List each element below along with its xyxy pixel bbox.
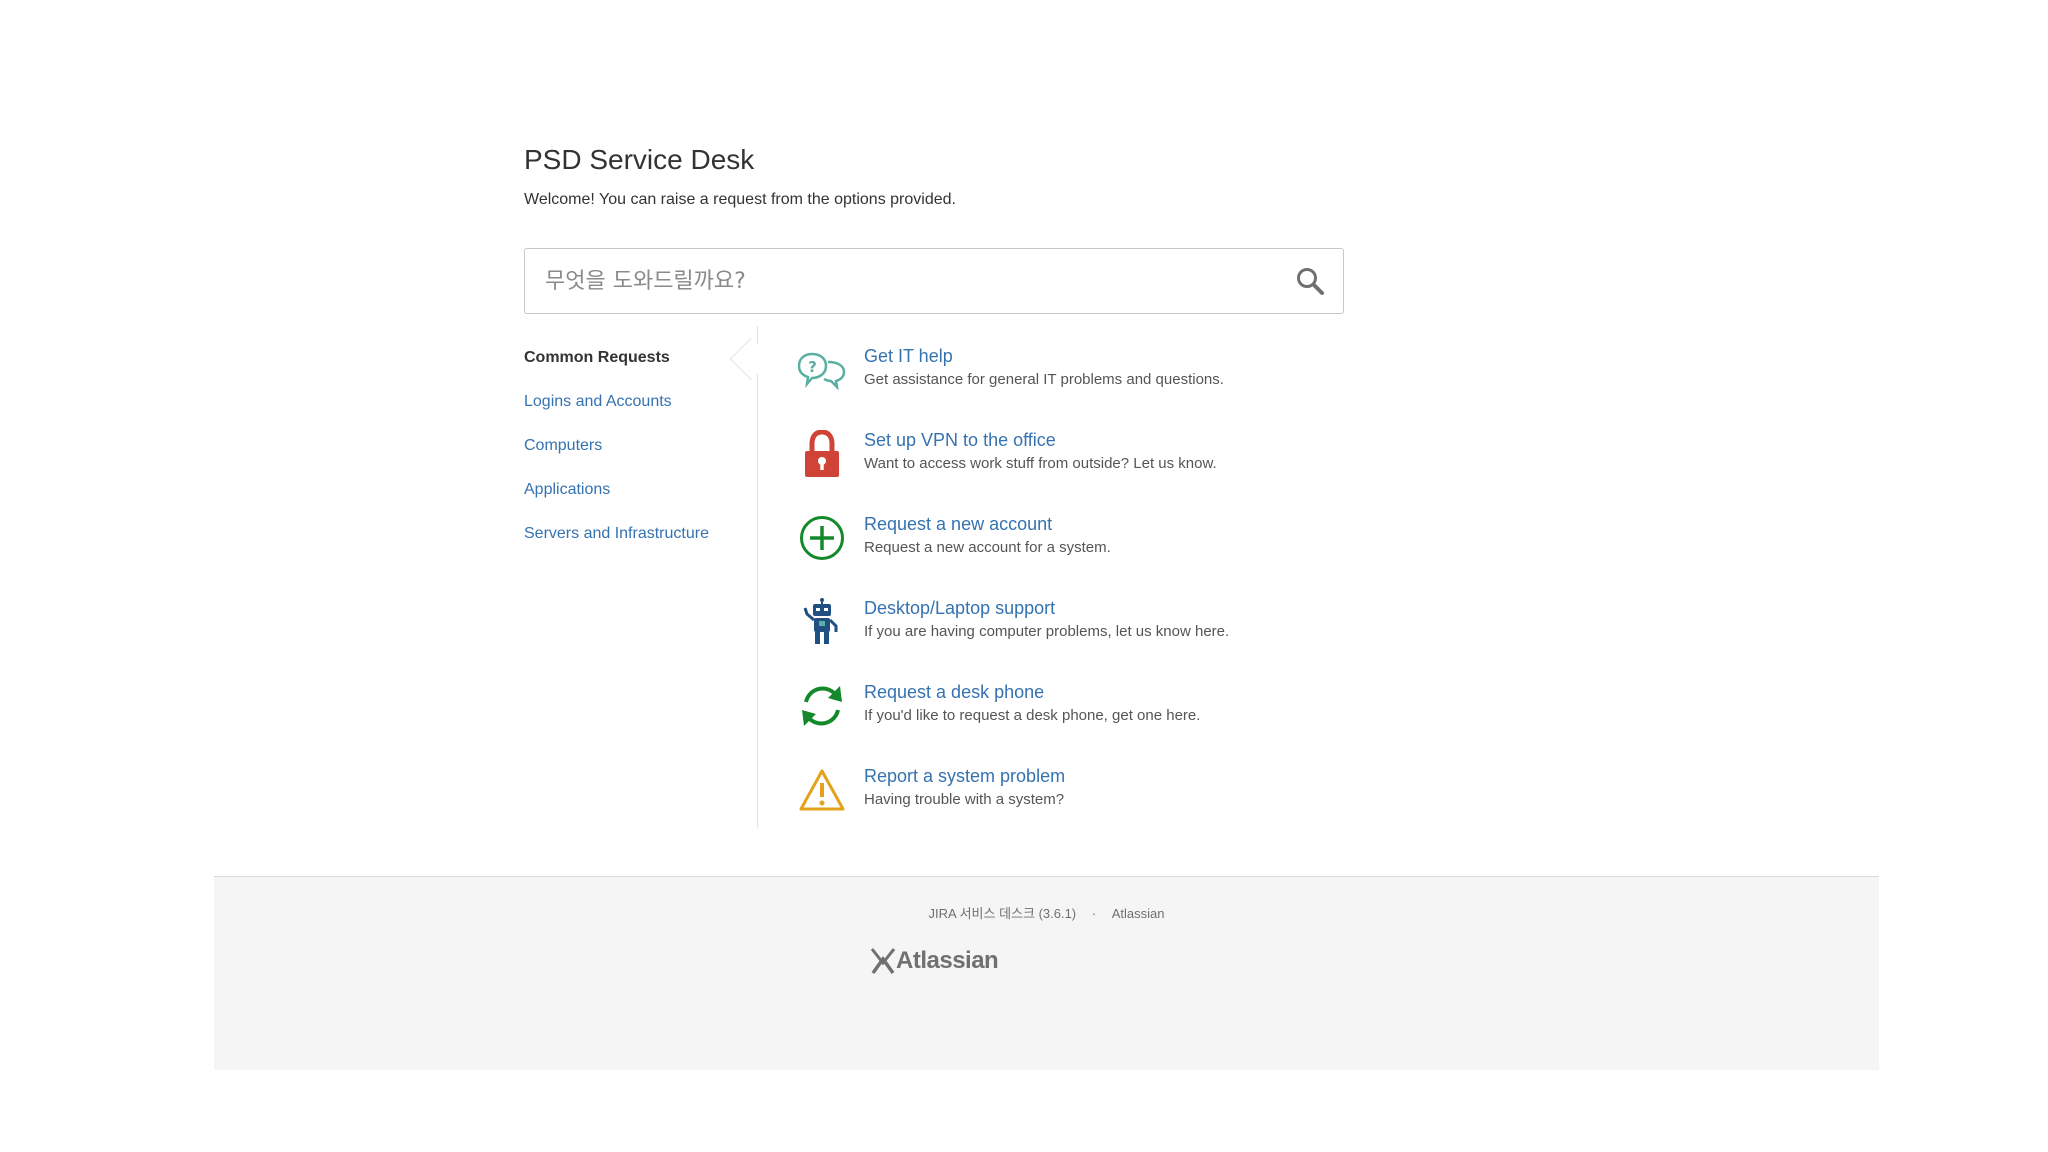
request-title[interactable]: Set up VPN to the office xyxy=(864,428,1217,452)
group-applications[interactable]: Applications xyxy=(524,468,754,512)
request-group-nav: Common Requests Logins and Accounts Comp… xyxy=(524,336,754,556)
group-computers[interactable]: Computers xyxy=(524,424,754,468)
request-description: Get assistance for general IT problems a… xyxy=(864,371,1224,388)
warning-triangle-icon xyxy=(798,766,846,814)
speech-bubbles-question-icon: ? xyxy=(798,346,846,394)
welcome-message: Welcome! You can raise a request from th… xyxy=(524,191,956,208)
search-button[interactable] xyxy=(1277,249,1343,313)
atlassian-wordmark: Atlassian xyxy=(896,947,999,974)
nav-divider xyxy=(757,326,758,828)
request-title[interactable]: Report a system problem xyxy=(864,764,1065,788)
page-header: PSD Service Desk Welcome! You can raise … xyxy=(524,142,1344,210)
request-title[interactable]: Desktop/Laptop support xyxy=(864,596,1229,620)
footer-links: JIRA 서비스 데스크 (3.6.1) · Atlassian xyxy=(214,903,1879,922)
page-title: PSD Service Desk xyxy=(524,144,755,175)
request-type-list: ? Get IT help Get assistance for general… xyxy=(798,344,1358,848)
svg-text:?: ? xyxy=(808,358,817,376)
request-desk-phone[interactable]: Request a desk phone If you'd like to re… xyxy=(798,680,1358,764)
request-description: Want to access work stuff from outside? … xyxy=(864,455,1217,472)
refresh-arrows-icon xyxy=(798,682,846,730)
request-description: If you'd like to request a desk phone, g… xyxy=(864,707,1201,724)
request-desktop-laptop-support[interactable]: Desktop/Laptop support If you are having… xyxy=(798,596,1358,680)
request-get-it-help[interactable]: ? Get IT help Get assistance for general… xyxy=(798,344,1358,428)
request-description: If you are having computer problems, let… xyxy=(864,623,1230,640)
group-logins-and-accounts[interactable]: Logins and Accounts xyxy=(524,380,754,424)
request-new-account[interactable]: Request a new account Request a new acco… xyxy=(798,512,1358,596)
request-description: Having trouble with a system? xyxy=(864,791,1065,808)
robot-icon xyxy=(798,598,846,646)
footer-separator: · xyxy=(1091,906,1097,921)
request-description: Request a new account for a system. xyxy=(864,539,1111,556)
footer-product-link[interactable]: JIRA 서비스 데스크 (3.6.1) xyxy=(929,906,1077,921)
footer-company-link[interactable]: Atlassian xyxy=(1112,906,1165,921)
atlassian-logo[interactable]: Atlassian xyxy=(870,947,999,975)
request-title[interactable]: Get IT help xyxy=(864,344,1224,368)
page-footer: JIRA 서비스 데스크 (3.6.1) · Atlassian Atlassi… xyxy=(214,876,1879,1070)
search-icon xyxy=(1297,268,1324,295)
padlock-icon xyxy=(798,430,846,478)
group-servers-and-infrastructure[interactable]: Servers and Infrastructure xyxy=(524,512,754,556)
request-title[interactable]: Request a desk phone xyxy=(864,680,1200,704)
group-common-requests[interactable]: Common Requests xyxy=(524,336,754,380)
request-title[interactable]: Request a new account xyxy=(864,512,1111,536)
search-input[interactable] xyxy=(525,249,1277,313)
search-box xyxy=(524,248,1344,314)
request-set-up-vpn[interactable]: Set up VPN to the office Want to access … xyxy=(798,428,1358,512)
atlassian-mark-icon xyxy=(870,948,896,975)
plus-circle-icon xyxy=(798,514,846,562)
request-report-system-problem[interactable]: Report a system problem Having trouble w… xyxy=(798,764,1358,848)
